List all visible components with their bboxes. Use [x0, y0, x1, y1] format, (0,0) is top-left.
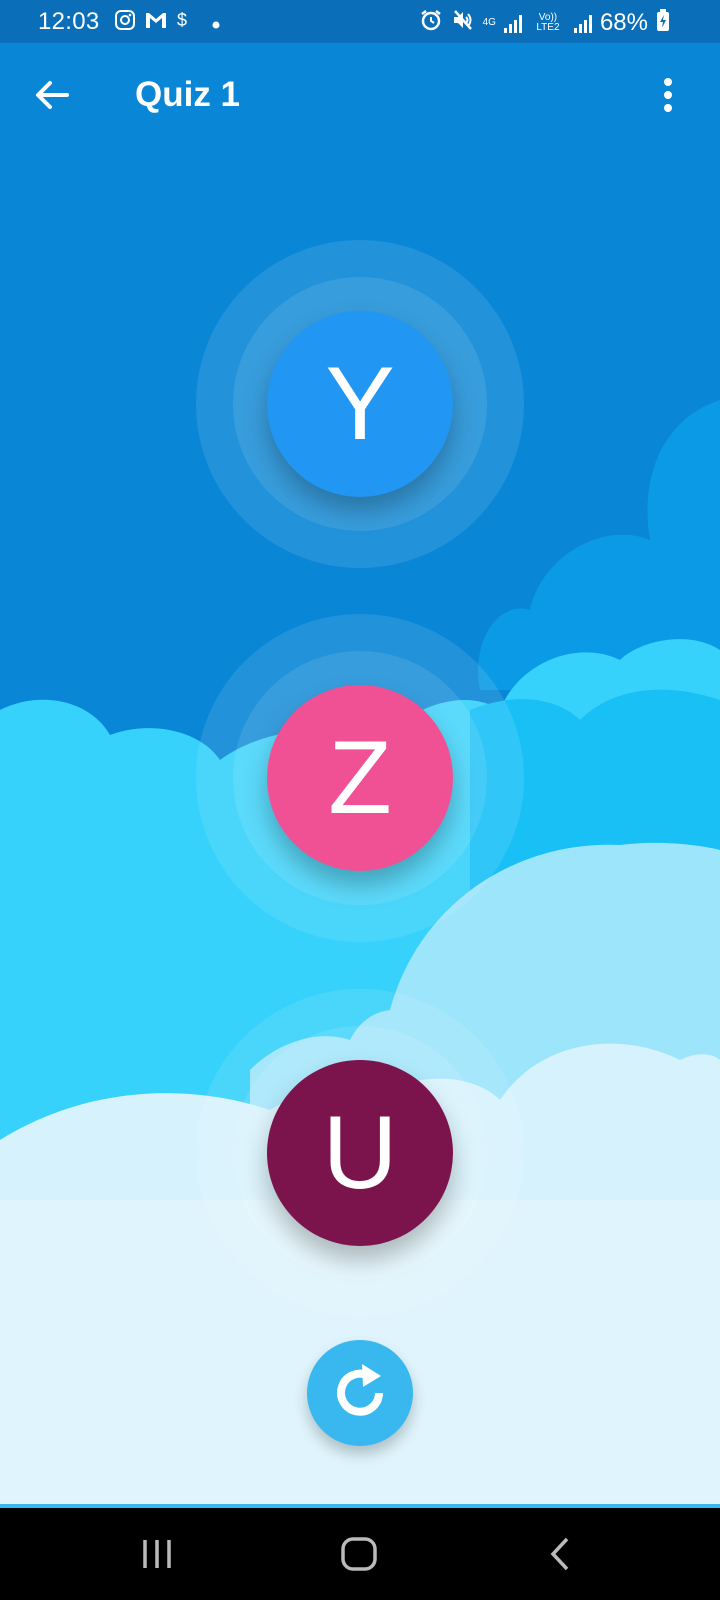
- navigation-bar: [0, 1508, 720, 1600]
- gmail-icon: [144, 10, 168, 36]
- dollar-icon: $: [176, 9, 190, 37]
- app-bar: Quiz 1: [0, 43, 720, 155]
- quiz-screen: 12:03 $ 4G Vo)) LTE2 68% Quiz 1 Y Z U: [0, 0, 720, 1600]
- refresh-icon: [337, 1364, 383, 1416]
- page-title: Quiz 1: [135, 75, 241, 114]
- signal-2-icon: [573, 13, 592, 33]
- notification-icons: $: [114, 9, 220, 37]
- overflow-menu-button[interactable]: [656, 73, 680, 117]
- recent-apps-icon: [143, 1540, 171, 1568]
- menu-dot: [664, 104, 672, 112]
- refresh-button[interactable]: [307, 1340, 413, 1446]
- choice-letter-y-button[interactable]: Y: [267, 311, 453, 497]
- choice-letter-u-button[interactable]: U: [267, 1060, 453, 1246]
- back-nav-button[interactable]: [530, 1532, 590, 1576]
- chevron-left-icon: [550, 1537, 569, 1571]
- svg-text:$: $: [177, 10, 187, 30]
- volte-label: Vo)) LTE2: [536, 11, 560, 33]
- system-status-icons: 4G Vo)) LTE2 68%: [419, 8, 670, 37]
- status-time: 12:03: [38, 8, 100, 35]
- menu-dot: [664, 91, 672, 99]
- choice-letter: Z: [328, 719, 392, 836]
- choice-letter-z-button[interactable]: Z: [267, 685, 453, 871]
- status-bar: 12:03 $ 4G Vo)) LTE2 68%: [0, 0, 720, 43]
- home-icon: [341, 1537, 377, 1571]
- signal-icon: [503, 13, 522, 33]
- alarm-icon: [419, 8, 443, 37]
- instagram-icon: [114, 9, 136, 37]
- battery-percent: 68%: [599, 8, 648, 36]
- battery-charging-icon: [656, 8, 670, 37]
- menu-dot: [664, 78, 672, 86]
- dot-icon: [212, 11, 220, 35]
- choice-letter: Y: [325, 345, 395, 462]
- network-4g-label: 4G: [482, 16, 496, 28]
- back-button[interactable]: [30, 73, 74, 117]
- recent-apps-button[interactable]: [127, 1532, 187, 1576]
- arrow-left-icon: [36, 81, 69, 109]
- mute-icon: [451, 8, 475, 37]
- home-button[interactable]: [329, 1532, 389, 1576]
- choice-letter: U: [322, 1094, 398, 1211]
